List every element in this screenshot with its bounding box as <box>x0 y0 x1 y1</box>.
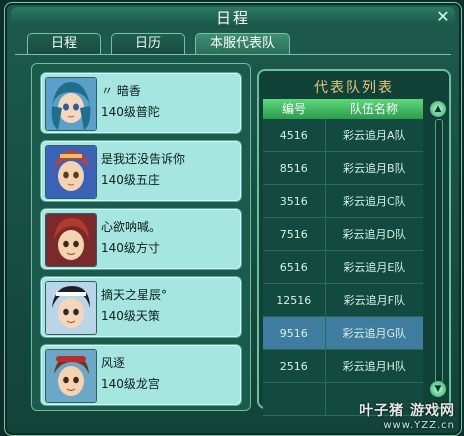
team-list-panel: 代表队列表 编号 队伍名称 4516 彩云追月A队 8516 彩云追月B队 35… <box>257 69 451 416</box>
scrollbar[interactable]: ▲ ▼ <box>429 101 447 397</box>
team-table: 4516 彩云追月A队 8516 彩云追月B队 3516 彩云追月C队 7516… <box>263 119 423 416</box>
watermark-url: www.YZZ.cn <box>383 420 455 431</box>
table-row[interactable]: 7516 彩云追月D队 <box>263 218 423 251</box>
team-number: 9516 <box>263 317 326 349</box>
team-name: 彩云追月C队 <box>342 195 406 208</box>
tab-divider <box>15 54 451 55</box>
team-number: 6516 <box>263 251 326 283</box>
team-number <box>263 383 326 415</box>
team-number: 12516 <box>263 284 326 316</box>
table-row[interactable]: 4516 彩云追月A队 <box>263 119 423 152</box>
player-panel: 〃 暗香 140级普陀 是我还没告诉你 140级五庄 心欲呐喊。 140级方寸 … <box>31 63 251 411</box>
player-name: 心欲呐喊。 <box>101 220 162 234</box>
title-bar: 日程 ✕ <box>11 7 455 27</box>
scroll-down-icon[interactable]: ▼ <box>430 381 446 397</box>
scroll-up-icon[interactable]: ▲ <box>430 101 446 117</box>
schedule-window: 日程 ✕ 日程 日历 本服代表队 〃 暗香 140级普陀 是我还没告诉你 140… <box>4 2 462 436</box>
table-row[interactable]: 6516 彩云追月E队 <box>263 251 423 284</box>
avatar <box>45 213 97 267</box>
tab-calendar[interactable]: 日历 <box>111 33 185 54</box>
player-info: 140级方寸 <box>101 241 160 255</box>
team-name: 彩云追月B队 <box>343 162 406 175</box>
table-row[interactable]: 2516 彩云追月H队 <box>263 350 423 383</box>
player-name: 摘天之星辰° <box>101 288 168 302</box>
player-name: 风逐 <box>101 356 126 370</box>
table-row-selected[interactable]: 9516 彩云追月G队 <box>263 317 423 350</box>
player-name: 〃 暗香 <box>101 84 141 98</box>
team-name: 彩云追月E队 <box>343 261 406 274</box>
player-info: 140级普陀 <box>101 105 160 119</box>
tab-bar: 日程 日历 本服代表队 <box>27 33 291 54</box>
watermark-brand: 叶子猪 游戏网 <box>359 403 455 419</box>
tab-schedule[interactable]: 日程 <box>27 33 101 54</box>
team-name: 彩云追月F队 <box>343 294 405 307</box>
team-name: 彩云追月H队 <box>342 360 406 373</box>
team-number: 7516 <box>263 218 326 250</box>
avatar <box>45 77 97 131</box>
table-row[interactable]: 3516 彩云追月C队 <box>263 185 423 218</box>
table-row[interactable]: 12516 彩云追月F队 <box>263 284 423 317</box>
table-row[interactable]: 8516 彩云追月B队 <box>263 152 423 185</box>
table-header: 编号 队伍名称 <box>263 99 423 119</box>
player-card[interactable]: 摘天之星辰° 140级天策 <box>40 276 242 338</box>
team-name: 彩云追月G队 <box>342 327 407 340</box>
player-card[interactable]: 心欲呐喊。 140级方寸 <box>40 208 242 270</box>
player-info: 140级天策 <box>101 309 160 323</box>
window-title: 日程 <box>215 8 250 27</box>
close-icon[interactable]: ✕ <box>435 9 451 25</box>
avatar <box>45 145 97 199</box>
watermark: 叶子猪 游戏网 www.YZZ.cn <box>359 400 455 431</box>
player-info: 140级五庄 <box>101 173 160 187</box>
team-name: 彩云追月A队 <box>343 129 406 142</box>
player-info: 140级龙宫 <box>101 377 160 391</box>
avatar <box>45 281 97 335</box>
player-card[interactable]: 风逐 140级龙宫 <box>40 344 242 406</box>
team-list-title: 代表队列表 <box>314 80 394 96</box>
team-number: 3516 <box>263 185 326 217</box>
team-number: 4516 <box>263 119 326 151</box>
team-number: 2516 <box>263 350 326 382</box>
tab-server-team[interactable]: 本服代表队 <box>195 33 291 54</box>
scroll-track[interactable] <box>435 119 443 383</box>
player-name: 是我还没告诉你 <box>101 152 186 166</box>
avatar <box>45 349 97 403</box>
column-header-team-name: 队伍名称 <box>349 102 398 116</box>
player-card[interactable]: 〃 暗香 140级普陀 <box>40 72 242 134</box>
team-name: 彩云追月D队 <box>342 228 407 241</box>
column-header-number: 编号 <box>281 102 306 116</box>
team-number: 8516 <box>263 152 326 184</box>
player-card[interactable]: 是我还没告诉你 140级五庄 <box>40 140 242 202</box>
